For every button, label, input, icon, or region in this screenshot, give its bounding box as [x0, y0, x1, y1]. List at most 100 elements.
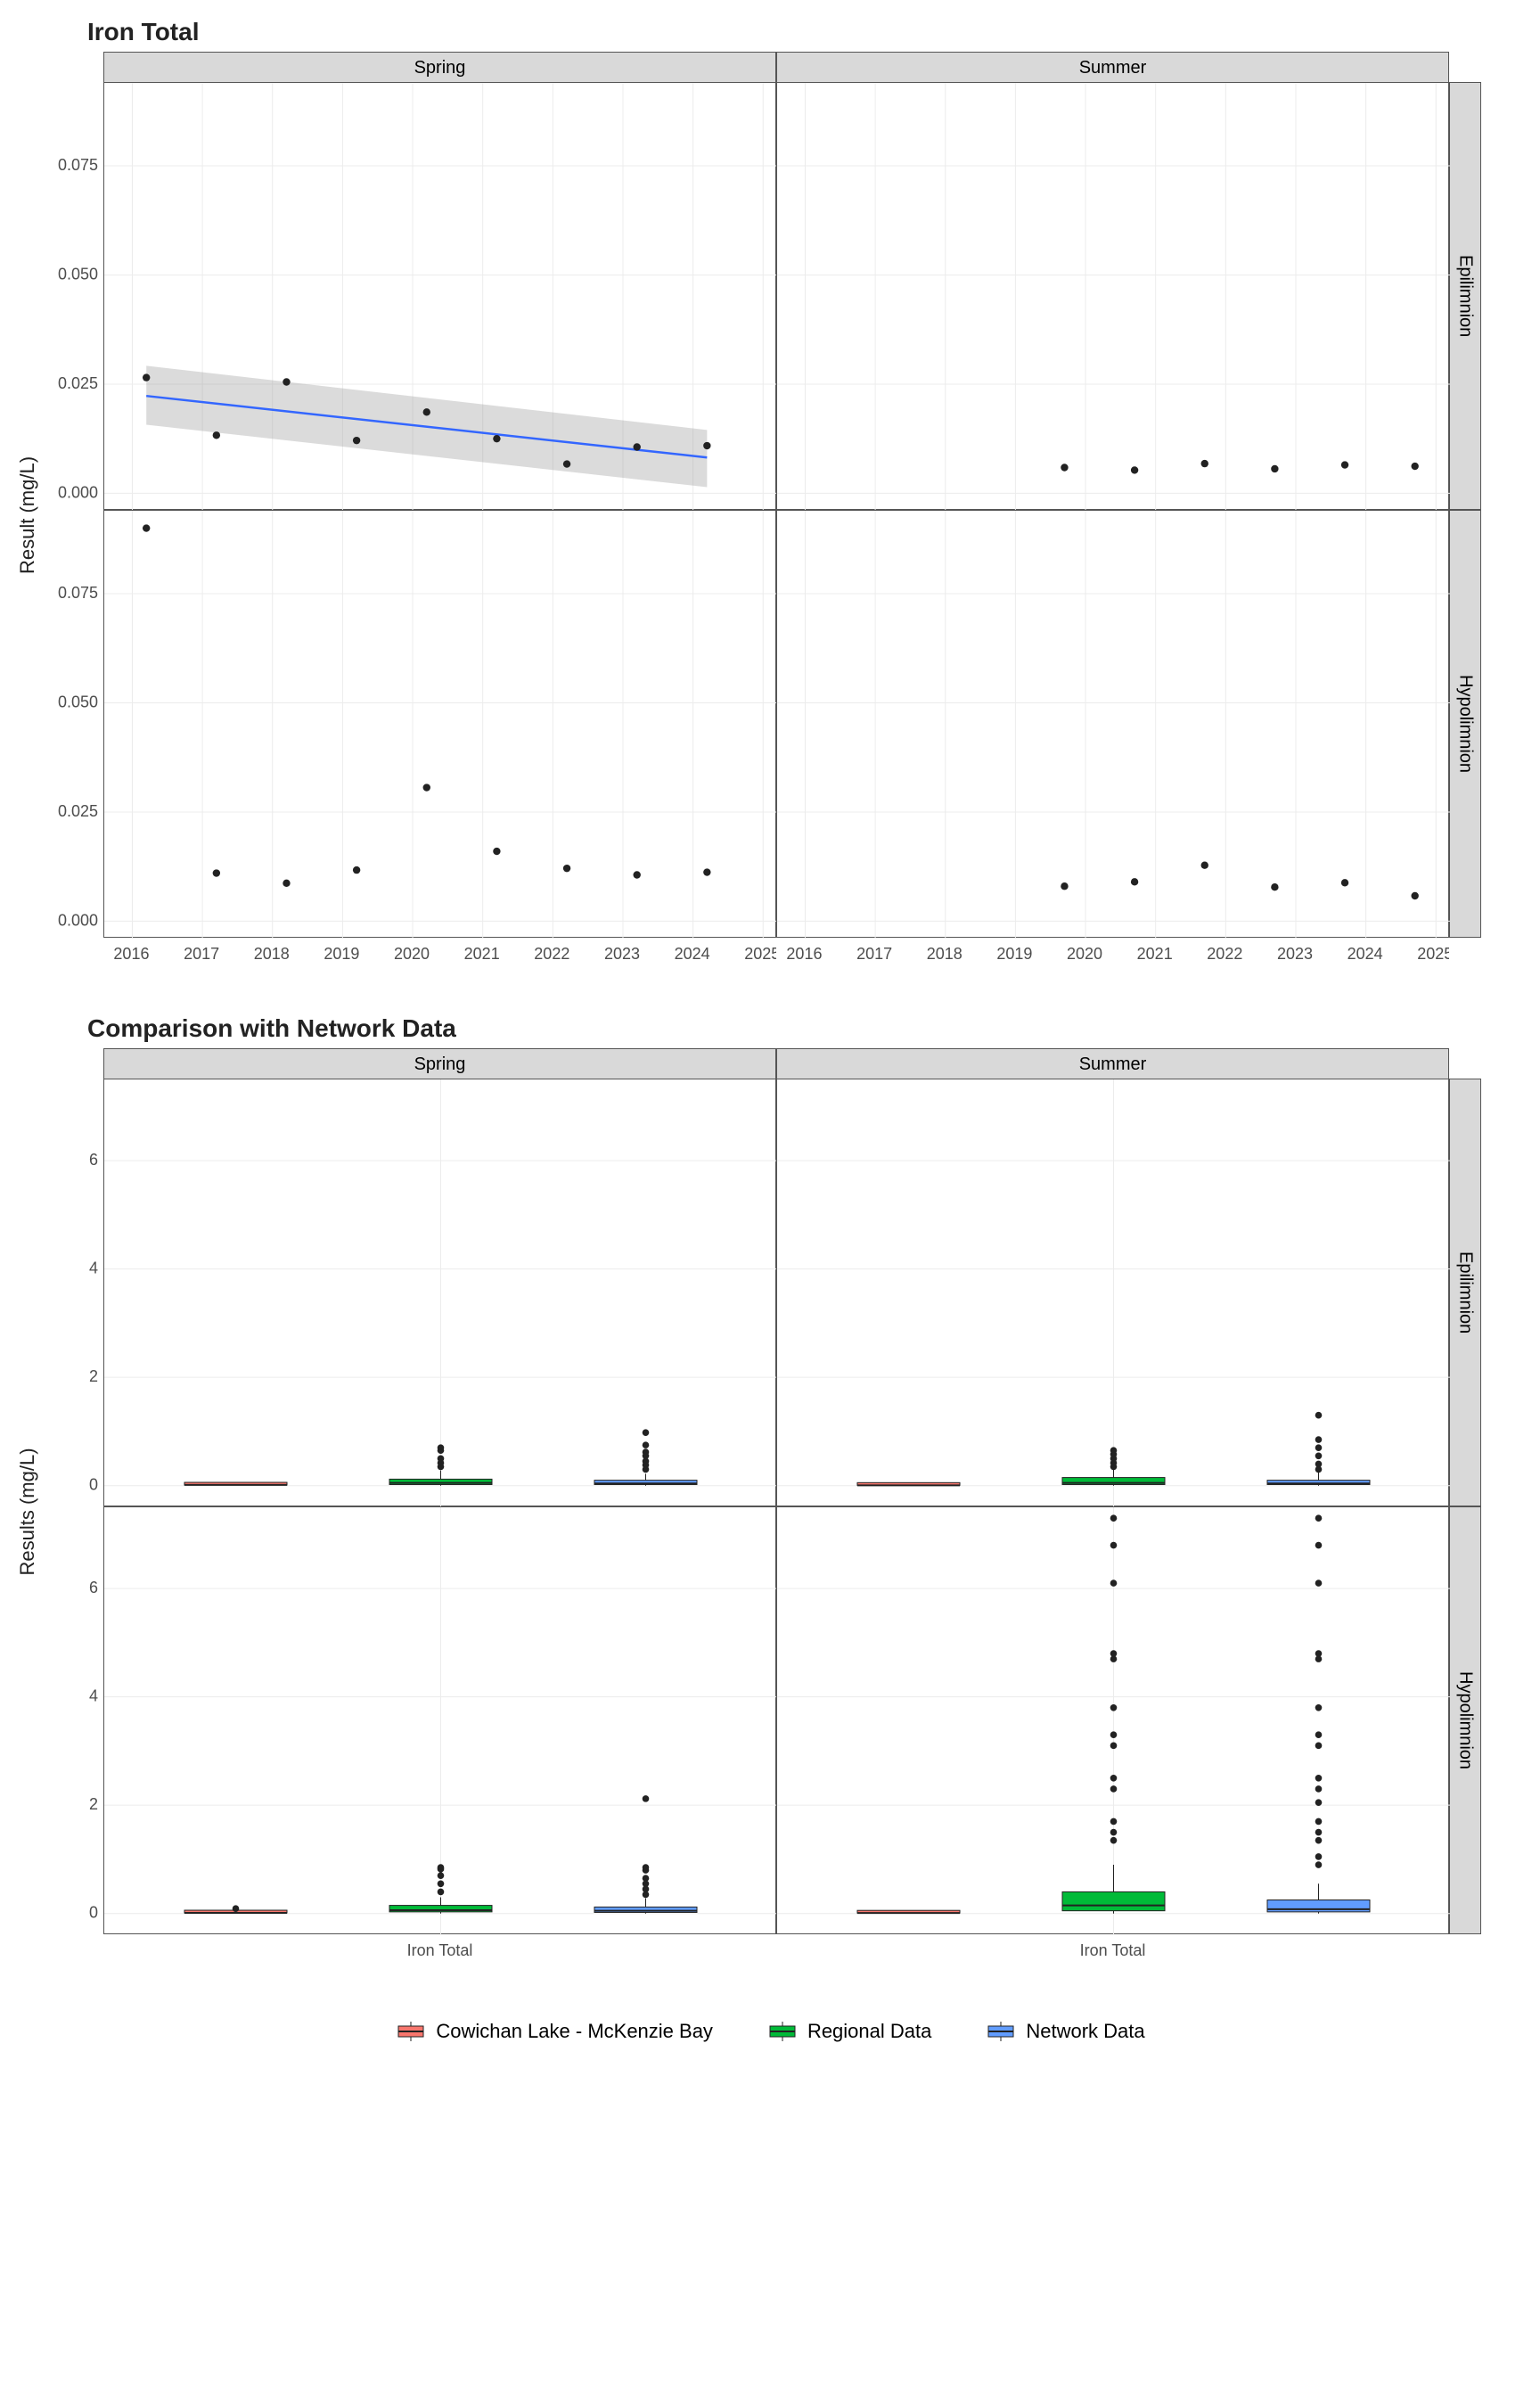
outlier-point: [1110, 1731, 1118, 1738]
outlier-point: [1315, 1853, 1323, 1860]
x-tick-label: 2023: [1277, 945, 1313, 963]
outlier-point: [1110, 1514, 1118, 1522]
data-point: [1411, 463, 1418, 470]
outlier-point: [438, 1880, 445, 1887]
data-point: [1271, 883, 1278, 890]
outlier-point: [1315, 1436, 1323, 1443]
y-tick-label: 0: [89, 1476, 98, 1494]
data-point: [283, 378, 290, 385]
iron-total-chart: Iron Total Result (mg/L) SpringSummer 0.0…: [18, 18, 1522, 979]
data-point: [493, 435, 500, 442]
outlier-point: [1315, 1829, 1323, 1836]
y-tick-label: 0.050: [58, 266, 98, 283]
outlier-point: [233, 1905, 240, 1912]
data-point: [1061, 464, 1068, 471]
y-tick-label: 0.025: [58, 802, 98, 820]
outlier-point: [1110, 1580, 1118, 1587]
data-point: [563, 460, 570, 467]
outlier-point: [1315, 1461, 1323, 1468]
outlier-point: [1315, 1799, 1323, 1806]
outlier-point: [1110, 1743, 1118, 1750]
outlier-point: [1315, 1514, 1323, 1522]
data-point: [1201, 862, 1208, 869]
chart-title-1: Iron Total: [87, 18, 1522, 46]
outlier-point: [643, 1448, 650, 1456]
chart2-panel: [776, 1506, 1449, 1934]
facet-row-strip: Epilimnion: [1449, 82, 1481, 510]
data-point: [1341, 879, 1348, 886]
y-axis-label-2: Results (mg/L): [18, 1448, 38, 1575]
outlier-point: [438, 1864, 445, 1871]
facet-col-strip: Summer: [776, 1048, 1449, 1080]
outlier-point: [1315, 1412, 1323, 1419]
x-tick-label: 2024: [675, 945, 710, 963]
facet-col-strip: Spring: [103, 52, 776, 84]
x-tick-label: 2020: [1067, 945, 1102, 963]
data-point: [283, 880, 290, 887]
outlier-point: [643, 1875, 650, 1882]
data-point: [493, 848, 500, 855]
outlier-point: [1315, 1580, 1323, 1587]
outlier-point: [643, 1795, 650, 1802]
data-point: [703, 868, 710, 875]
outlier-point: [1315, 1775, 1323, 1782]
chart1-panel: [103, 82, 776, 510]
legend-item: Network Data: [985, 2020, 1144, 2043]
outlier-point: [1315, 1704, 1323, 1711]
legend-label: Network Data: [1026, 2020, 1144, 2043]
x-tick-label: 2019: [996, 945, 1032, 963]
chart-title-2: Comparison with Network Data: [87, 1014, 1522, 1043]
chart1-facet-grid: SpringSummer 0.000 0.025 0.050 0.075 Epilimni…: [50, 52, 1479, 938]
x-tick-label: 2023: [604, 945, 640, 963]
data-point: [423, 408, 430, 415]
data-point: [1341, 461, 1348, 468]
x-tick-label: 2016: [113, 945, 149, 963]
outlier-point: [1110, 1775, 1118, 1782]
data-point: [563, 865, 570, 872]
x-tick-label: 2017: [856, 945, 892, 963]
facet-row-strip: Hypolimnion: [1449, 510, 1481, 938]
y-axis-label-1: Result (mg/L): [18, 456, 38, 574]
data-point: [1131, 466, 1138, 473]
x-tick-label: 2019: [324, 945, 359, 963]
x-tick-label: 2016: [786, 945, 822, 963]
facet-col-strip: Summer: [776, 52, 1449, 84]
outlier-point: [643, 1429, 650, 1436]
x-tick-label: 2022: [534, 945, 569, 963]
y-tick-label: 0.075: [58, 584, 98, 602]
legend-key-icon: [985, 2020, 1017, 2043]
outlier-point: [1110, 1650, 1118, 1657]
x-tick-label: 2024: [1348, 945, 1383, 963]
y-tick-label: 0.025: [58, 374, 98, 392]
legend-label: Cowichan Lake - McKenzie Bay: [436, 2020, 713, 2043]
legend: Cowichan Lake - McKenzie Bay Regional Da…: [18, 2020, 1522, 2043]
x-tick-label: Iron Total: [1080, 1941, 1146, 1959]
y-tick-label: 0: [89, 1904, 98, 1922]
outlier-point: [643, 1441, 650, 1448]
chart1-panel: [776, 82, 1449, 510]
y-tick-label: 6: [89, 1151, 98, 1169]
y-tick-label: 4: [89, 1260, 98, 1277]
x-tick-label: 2020: [394, 945, 430, 963]
data-point: [143, 524, 150, 531]
outlier-point: [1315, 1452, 1323, 1459]
data-point: [1201, 460, 1208, 467]
y-tick-label: 0.000: [58, 483, 98, 501]
outlier-point: [1110, 1704, 1118, 1711]
chart2-panel: [776, 1079, 1449, 1506]
x-tick-label: 2021: [1137, 945, 1173, 963]
outlier-point: [1315, 1444, 1323, 1451]
x-tick-label: 2018: [254, 945, 290, 963]
outlier-point: [1110, 1829, 1118, 1836]
x-tick-label: 2022: [1207, 945, 1242, 963]
chart1-panel: [776, 510, 1449, 938]
data-point: [353, 866, 360, 874]
outlier-point: [438, 1872, 445, 1879]
x-tick-label: 2025: [1417, 945, 1449, 963]
legend-key-icon: [766, 2020, 799, 2043]
y-tick-label: 0.050: [58, 693, 98, 711]
data-point: [1061, 882, 1068, 890]
legend-item: Regional Data: [766, 2020, 931, 2043]
data-point: [634, 443, 641, 450]
y-tick-label: 2: [89, 1367, 98, 1385]
